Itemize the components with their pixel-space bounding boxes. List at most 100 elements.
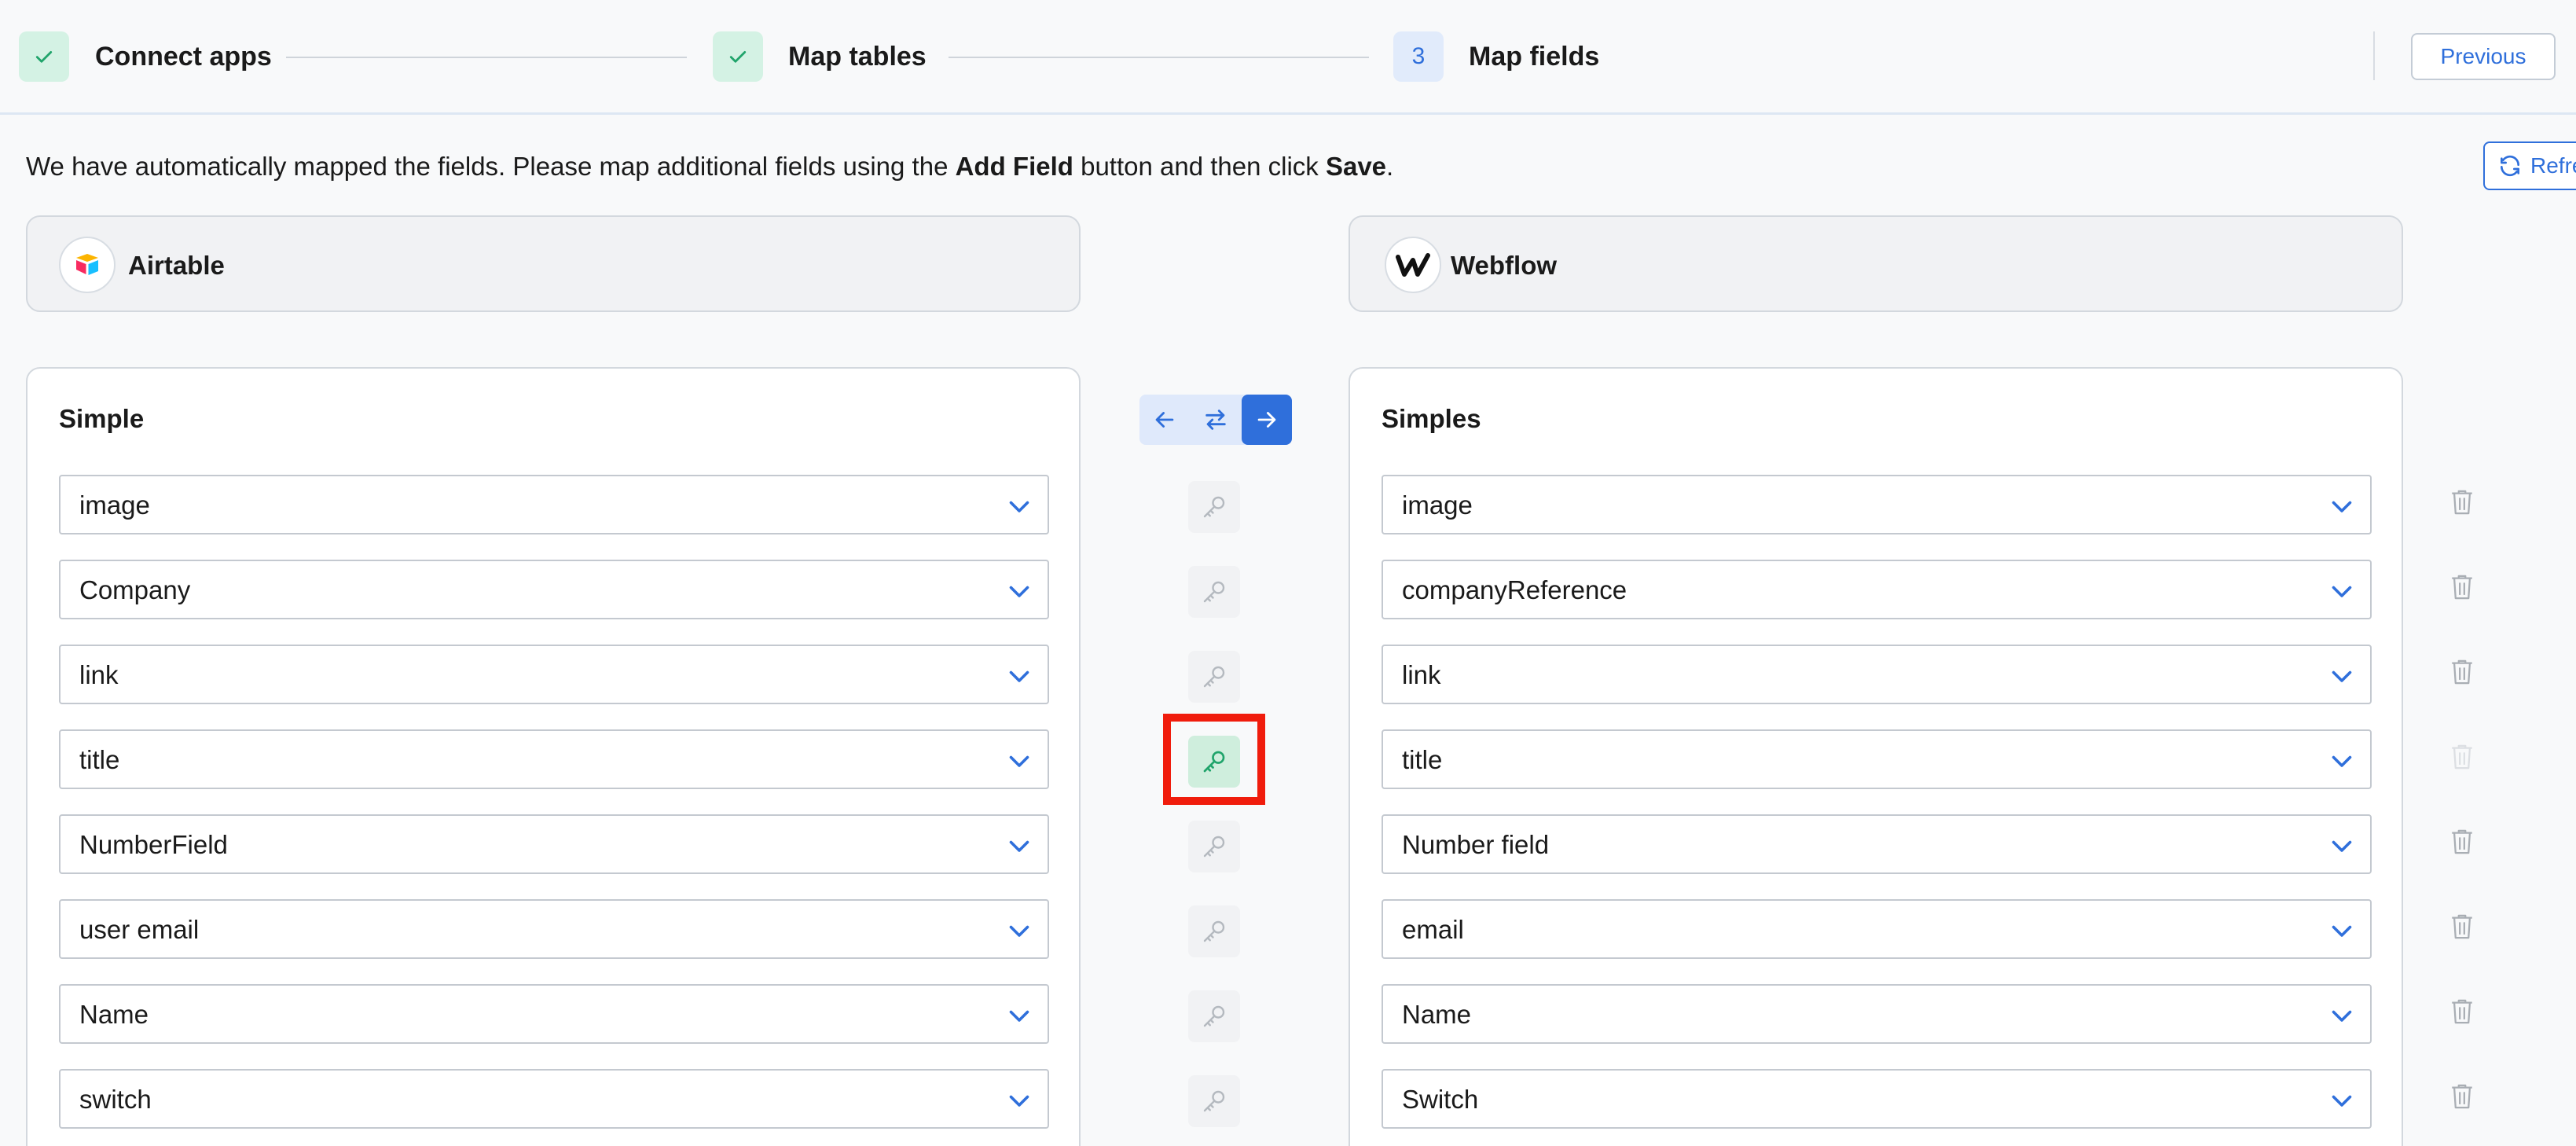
direction-both-button[interactable] [1191, 395, 1241, 445]
refresh-button[interactable]: Refresh [2483, 141, 2576, 190]
source-app-name: Airtable [128, 251, 225, 280]
page: Connect apps Map tables 3 Map fields Pre… [0, 0, 2576, 1146]
field-value: NumberField [79, 830, 228, 859]
source-field-select[interactable]: Company [59, 560, 1049, 619]
target-app-card: Webflow [1349, 215, 2403, 312]
chevron-down-icon [2332, 1010, 2352, 1022]
field-value: switch [79, 1085, 152, 1114]
chevron-down-icon [1009, 840, 1029, 852]
step-3-label: Map fields [1469, 42, 1600, 72]
target-field-select[interactable]: companyReference [1382, 560, 2372, 619]
arrow-right-icon [1257, 412, 1276, 428]
trash-icon[interactable] [2449, 487, 2475, 517]
instruction-text: We have automatically mapped the fields.… [26, 149, 1393, 184]
field-value: Name [79, 1000, 149, 1029]
sync-direction-toggle [1139, 395, 1292, 445]
webflow-logo-icon [1385, 237, 1441, 293]
chevron-down-icon [2332, 586, 2352, 597]
instruction-save: Save [1325, 152, 1387, 181]
primary-key-button[interactable] [1188, 651, 1240, 703]
field-value: image [79, 490, 150, 520]
target-field-select[interactable]: Name [1382, 984, 2372, 1044]
chevron-down-icon [1009, 1010, 1029, 1022]
target-field-select[interactable]: email [1382, 899, 2372, 959]
chevron-down-icon [1009, 1095, 1029, 1107]
key-icon [1203, 581, 1225, 603]
source-field-select[interactable]: title [59, 729, 1049, 789]
step-connector [949, 57, 1369, 58]
field-value: Switch [1402, 1085, 1479, 1114]
field-value: title [79, 745, 120, 774]
step-3-number: 3 [1393, 31, 1444, 82]
refresh-label: Refresh [2530, 153, 2576, 178]
target-field-select[interactable]: Number field [1382, 814, 2372, 874]
instruction-part: button and then click [1073, 152, 1326, 181]
trash-icon[interactable] [2449, 827, 2475, 857]
field-value: email [1402, 915, 1464, 944]
trash-icon[interactable] [2449, 912, 2475, 942]
target-app-name: Webflow [1451, 251, 1558, 280]
stepper: Connect apps Map tables 3 Map fields Pre… [0, 0, 2576, 115]
chevron-down-icon [2332, 1095, 2352, 1107]
step-1-label[interactable]: Connect apps [95, 39, 272, 74]
primary-key-button[interactable] [1188, 566, 1240, 618]
chevron-down-icon [1009, 925, 1029, 937]
arrow-left-icon [1155, 412, 1174, 428]
step-1-check-icon [19, 31, 69, 82]
instruction-part: We have automatically mapped the fields.… [26, 152, 956, 181]
source-field-select[interactable]: switch [59, 1069, 1049, 1129]
source-field-select[interactable]: Name [59, 984, 1049, 1044]
trash-icon[interactable] [2449, 657, 2475, 687]
step-connector [286, 57, 687, 58]
field-value: user email [79, 915, 200, 944]
source-field-select[interactable]: image [59, 475, 1049, 534]
primary-key-button[interactable] [1188, 905, 1240, 957]
key-icon [1203, 1005, 1225, 1027]
trash-icon[interactable] [2449, 1082, 2475, 1111]
trash-icon-disabled [2452, 744, 2472, 770]
refresh-icon [2501, 155, 2519, 177]
step-2-check-icon [713, 31, 763, 82]
key-icon [1203, 666, 1225, 688]
chevron-down-icon [2332, 755, 2352, 767]
primary-key-button[interactable] [1188, 821, 1240, 872]
chevron-down-icon [1009, 501, 1029, 512]
chevron-down-icon [2332, 925, 2352, 937]
target-field-select[interactable]: image [1382, 475, 2372, 534]
target-table-title: Simples [1382, 404, 1481, 433]
source-fields-panel: Simple image Company link title NumberFi… [26, 367, 1081, 1146]
field-value: image [1402, 490, 1473, 520]
trash-icon[interactable] [2449, 572, 2475, 602]
field-value: Name [1402, 1000, 1472, 1029]
header-divider [2373, 31, 2375, 80]
primary-key-button[interactable] [1188, 1075, 1240, 1127]
chevron-down-icon [1009, 670, 1029, 682]
target-field-select[interactable]: title [1382, 729, 2372, 789]
direction-left-button[interactable] [1139, 395, 1190, 445]
field-value: title [1402, 745, 1443, 774]
field-value: Number field [1402, 830, 1550, 859]
step-2-label[interactable]: Map tables [788, 39, 927, 74]
source-field-select[interactable]: user email [59, 899, 1049, 959]
trash-icon[interactable] [2449, 997, 2475, 1027]
primary-key-button[interactable] [1188, 481, 1240, 533]
airtable-logo-icon [59, 237, 116, 293]
chevron-down-icon [2332, 670, 2352, 682]
direction-right-button[interactable] [1242, 395, 1292, 445]
key-icon [1203, 496, 1225, 518]
source-field-select[interactable]: NumberField [59, 814, 1049, 874]
source-field-select[interactable]: link [59, 645, 1049, 704]
primary-key-button[interactable] [1188, 990, 1240, 1042]
source-table-title: Simple [59, 404, 145, 433]
primary-key-button-active[interactable] [1188, 736, 1240, 788]
key-icon [1203, 751, 1225, 773]
previous-button[interactable]: Previous [2411, 33, 2556, 80]
field-value: link [1402, 660, 1441, 689]
target-field-select[interactable]: link [1382, 645, 2372, 704]
chevron-down-icon [2332, 840, 2352, 852]
field-value: companyReference [1402, 575, 1627, 604]
target-field-select[interactable]: Switch [1382, 1069, 2372, 1129]
instruction-part: . [1386, 152, 1394, 181]
chevron-down-icon [2332, 501, 2352, 512]
chevron-down-icon [1009, 586, 1029, 597]
